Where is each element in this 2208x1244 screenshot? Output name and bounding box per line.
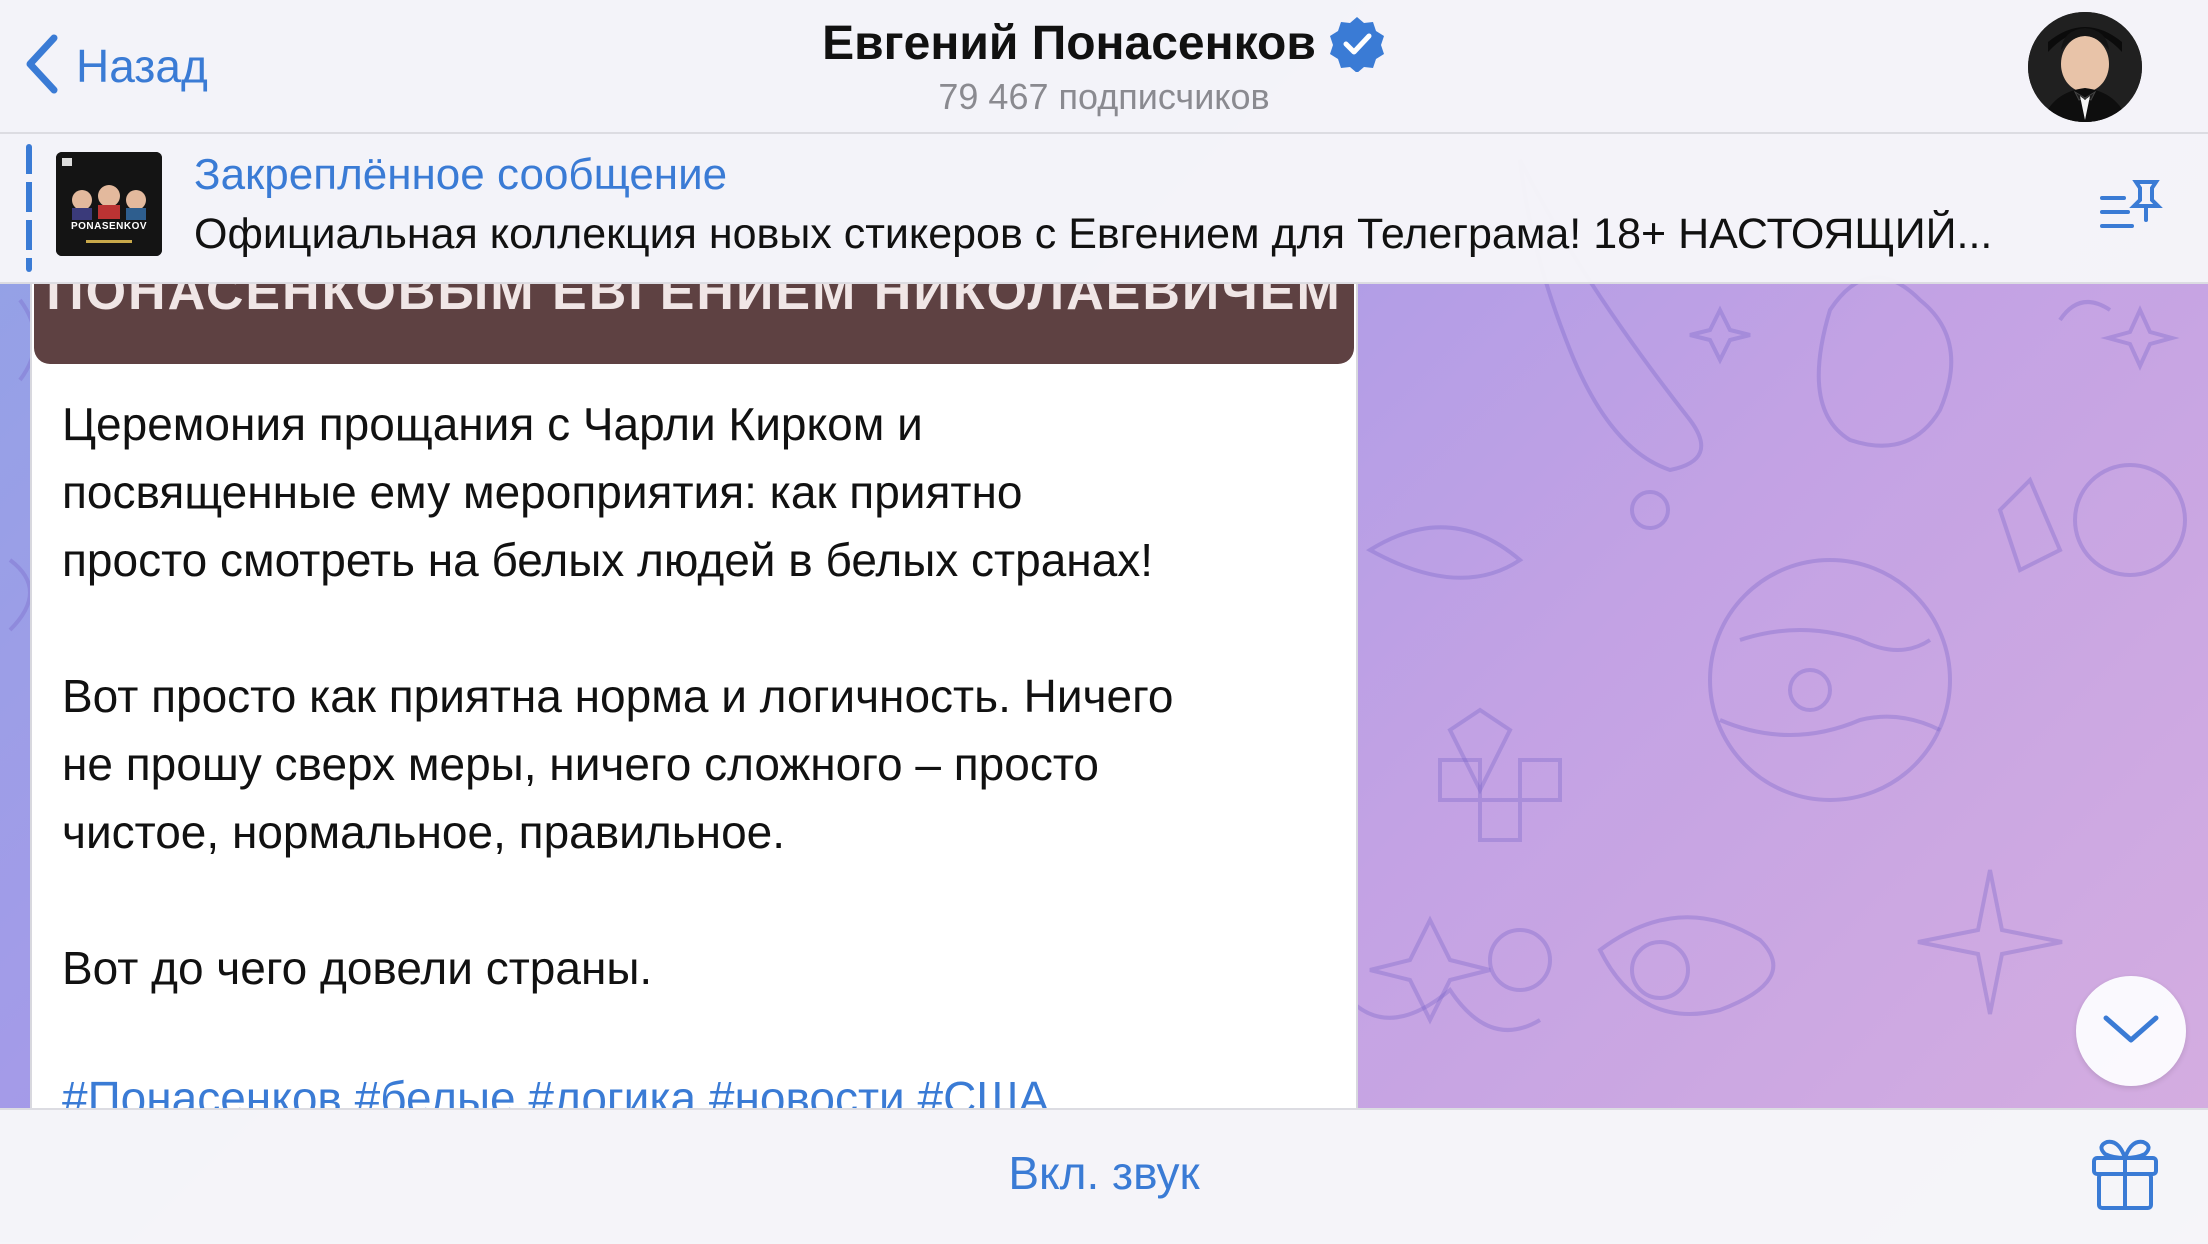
scroll-down-button[interactable]: [2076, 976, 2186, 1086]
pinned-indicator: [26, 144, 32, 272]
pinned-list-icon[interactable]: [2098, 174, 2164, 240]
media-caption: ПОНАСЕНКОВЫМ ЕВГЕНИЕМ НИКОЛАЕВИЧЕМ: [46, 284, 1342, 321]
chat-header: Назад Евгений Понасенков 79 467 подписчи…: [0, 0, 2208, 134]
chevron-down-icon: [2102, 1012, 2160, 1051]
unmute-button[interactable]: Вкл. звук: [0, 1146, 2208, 1200]
pinned-text: Официальная коллекция новых стикеров с Е…: [194, 210, 1993, 258]
message-bubble[interactable]: ПОНАСЕНКОВЫМ ЕВГЕНИЕМ НИКОЛАЕВИЧЕМ Церем…: [30, 284, 1358, 1108]
pinned-message-bar[interactable]: PONASENKOV Закреплённое сообщение Официа…: [0, 134, 2208, 284]
pinned-thumbnail: PONASENKOV: [56, 152, 162, 256]
bottom-bar: Вкл. звук: [0, 1108, 2208, 1244]
message-media[interactable]: ПОНАСЕНКОВЫМ ЕВГЕНИЕМ НИКОЛАЕВИЧЕМ: [34, 284, 1354, 364]
pinned-title: Закреплённое сообщение: [194, 150, 728, 199]
gift-icon[interactable]: [2090, 1136, 2160, 1212]
channel-avatar[interactable]: [2028, 12, 2142, 122]
message-hashtags[interactable]: #Понасенков #белые #логика #новости #США: [62, 1064, 1342, 1108]
verified-badge-icon: [1328, 14, 1386, 72]
message-text: Церемония прощания с Чарли Кирком и посв…: [62, 398, 1174, 994]
channel-info[interactable]: Евгений Понасенков 79 467 подписчиков: [0, 14, 2208, 118]
channel-title: Евгений Понасенков: [822, 16, 1316, 70]
thumbnail-label: PONASENKOV: [70, 221, 148, 232]
subscriber-count: 79 467 подписчиков: [938, 76, 1270, 117]
